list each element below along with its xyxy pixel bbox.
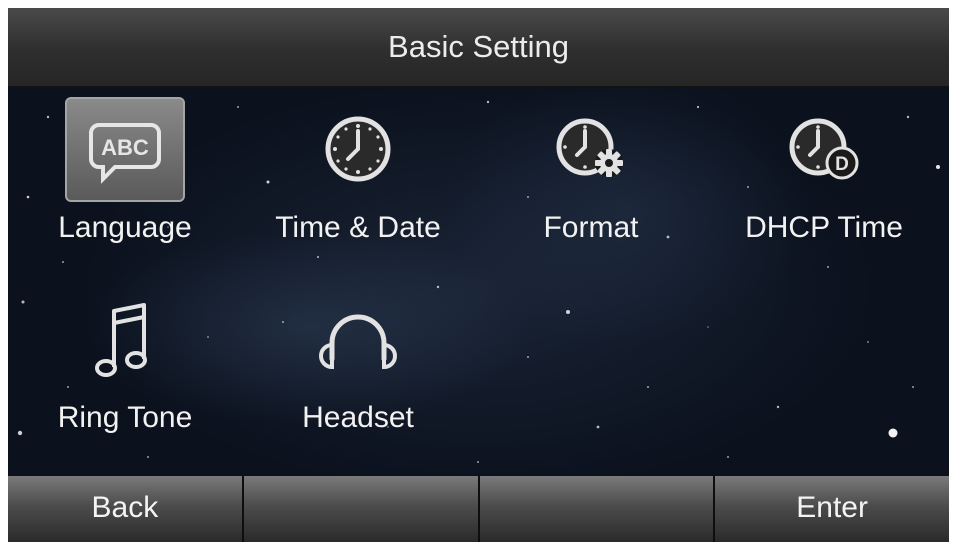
music-note-icon [95,303,147,377]
menu-item-time-date[interactable]: Time & Date [241,87,475,277]
icon-container [531,97,651,202]
clock-gear-icon [556,118,623,177]
softkey-3[interactable] [479,476,716,542]
softkey-2[interactable] [243,476,480,542]
phone-screen: Basic Setting ABC Language Time & Date F… [8,8,949,542]
menu-item-label: Format [543,211,639,244]
enter-button[interactable]: Enter [715,476,949,542]
back-button[interactable]: Back [8,476,244,542]
menu-item-dhcp-time[interactable]: D DHCP Time [707,87,941,277]
page-title: Basic Setting [8,8,949,87]
icon-container [65,287,185,392]
clock-icon [325,116,391,182]
softkey-bar: Back Enter [8,476,949,542]
svg-text:D: D [835,154,849,175]
icon-container [298,97,418,202]
selection-highlight: ABC [65,97,185,202]
svg-text:ABC: ABC [101,135,149,160]
icon-container: D [764,97,884,202]
menu-item-language[interactable]: ABC Language [8,87,242,277]
menu-item-headset[interactable]: Headset [241,277,475,467]
headset-icon [319,314,397,370]
menu-item-label: Ring Tone [57,401,193,434]
menu-item-label: Time & Date [275,211,441,244]
icon-container [298,287,418,392]
menu-item-format[interactable]: Format [474,87,708,277]
clock-dhcp-icon: D [789,118,859,180]
menu-item-label: Headset [302,401,414,434]
menu-item-label: Language [58,211,192,244]
menu-item-ring-tone[interactable]: Ring Tone [8,277,242,467]
language-abc-icon: ABC [89,123,161,184]
menu-grid: ABC Language Time & Date Format D DHCP T… [8,87,949,475]
menu-item-label: DHCP Time [745,211,903,244]
